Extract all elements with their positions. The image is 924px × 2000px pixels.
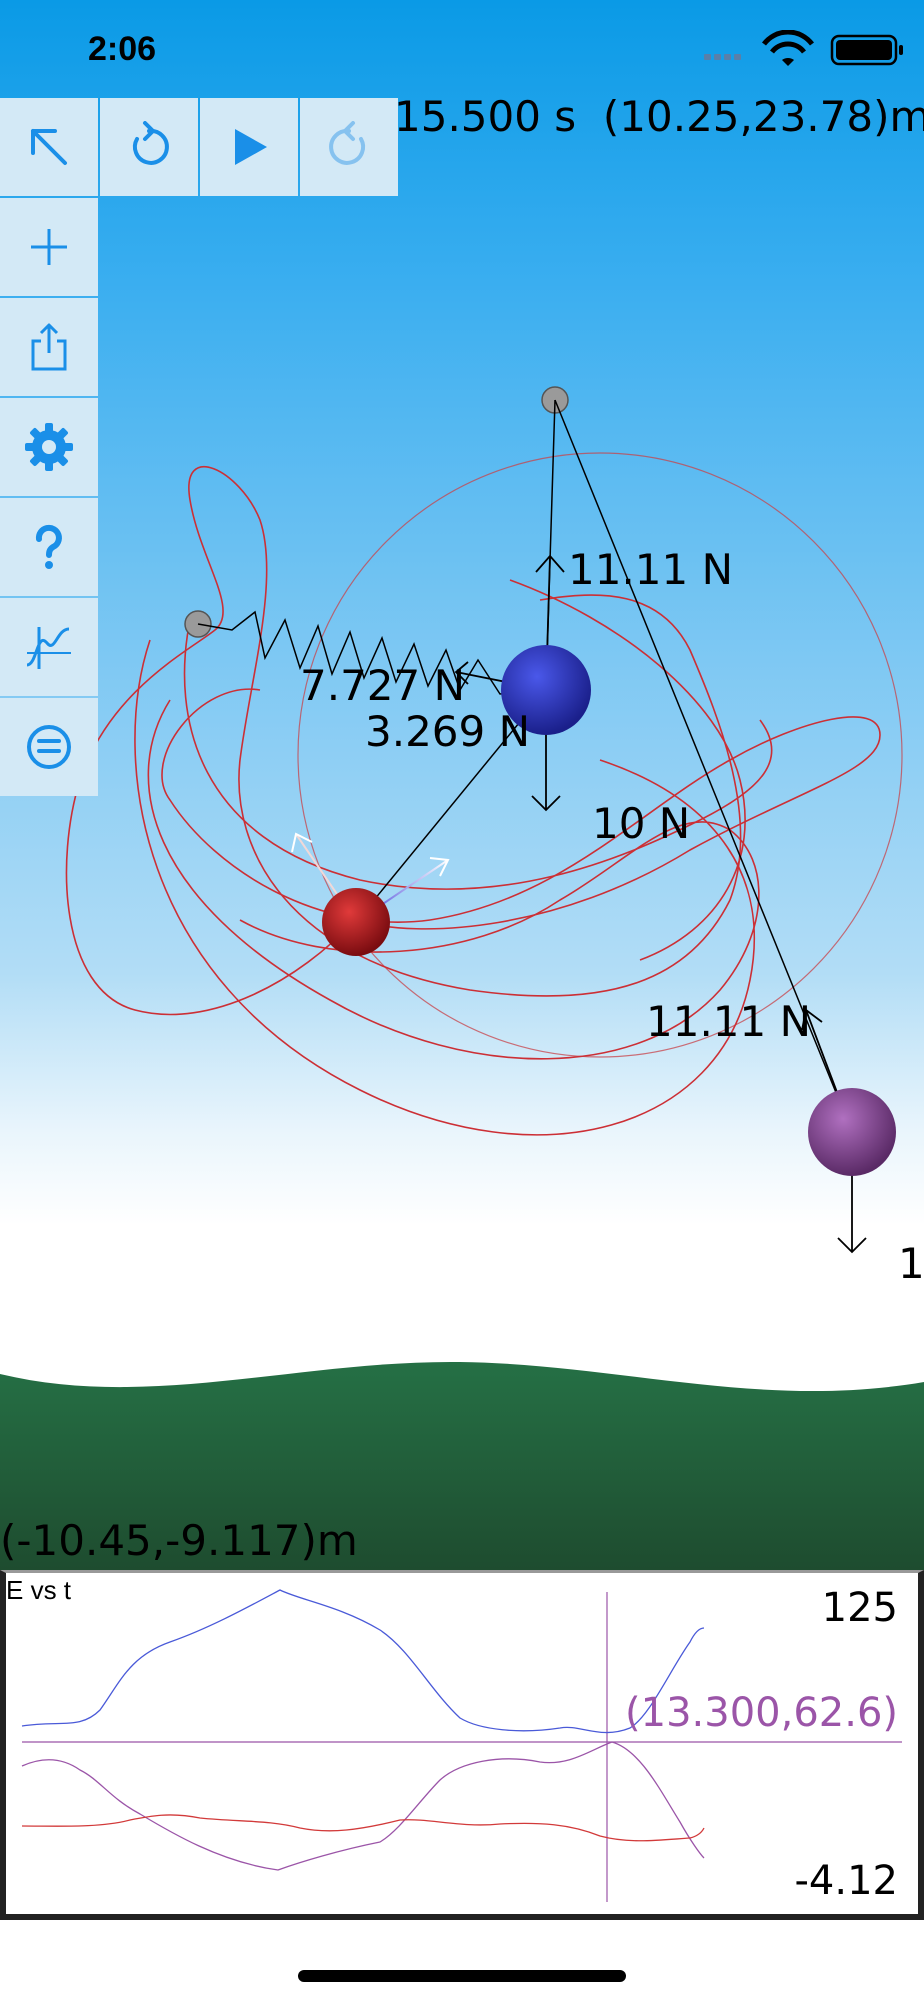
share-icon: [31, 323, 67, 371]
corner-position-readout: (-10.45,-9.117)m: [0, 1516, 358, 1565]
wifi-icon: [762, 30, 814, 66]
select-tool-button[interactable]: [0, 98, 98, 196]
add-object-button[interactable]: [0, 198, 98, 296]
battery-icon: [830, 34, 903, 66]
purple-ball[interactable]: [808, 1088, 896, 1176]
purple-weight-label: 1: [898, 1239, 924, 1288]
purple-tension-label: 11.11 N: [646, 997, 811, 1046]
play-icon: [235, 129, 267, 165]
graph-kinetic-energy-line: [21, 1814, 705, 1842]
time-position-readout: 15.500 s (10.25,23.78)m: [394, 92, 924, 141]
spring-force-label: 7.727 N: [300, 661, 465, 710]
gear-icon: [25, 423, 73, 471]
question-icon: [35, 524, 62, 569]
graph-title: E vs t: [6, 1575, 72, 1605]
rotate-cw-icon: [329, 121, 365, 165]
redo-button[interactable]: [300, 98, 398, 196]
blue-weight-label: 10 N: [592, 799, 690, 848]
blue-tension-label: 11.11 N: [568, 545, 733, 594]
menu-button[interactable]: [0, 698, 98, 796]
graph-total-energy-line: [21, 1589, 705, 1734]
graph-min-label: -4.12: [794, 1858, 899, 1904]
help-button[interactable]: [0, 498, 98, 596]
plus-icon: [31, 229, 67, 265]
play-button[interactable]: [200, 98, 298, 196]
graph-max-label: 125: [821, 1585, 898, 1631]
status-time: 2:06: [88, 30, 157, 68]
arrow-up-left-icon: [31, 129, 67, 165]
rotate-ccw-icon: [133, 121, 169, 165]
home-indicator[interactable]: [298, 1970, 626, 1982]
red-ball[interactable]: [322, 888, 390, 956]
red-link-force-label: 3.269 N: [365, 707, 530, 756]
graph-button[interactable]: [0, 598, 98, 696]
list-icon: [27, 725, 71, 769]
cellular-signal-icon: [704, 54, 741, 60]
energy-graph-plot[interactable]: [0, 1570, 924, 1920]
graph-potential-energy-line: [21, 1741, 705, 1871]
graph-icon: [26, 627, 71, 669]
share-button[interactable]: [0, 298, 98, 396]
simulation-canvas[interactable]: 11.11 N 7.727 N 3.269 N 10 N 11.11 N 1: [0, 0, 924, 1570]
graph-cursor-label: (13.300,62.6): [625, 1690, 898, 1736]
settings-button[interactable]: [0, 398, 98, 496]
reset-button[interactable]: [100, 98, 198, 196]
status-icons: [704, 30, 903, 66]
